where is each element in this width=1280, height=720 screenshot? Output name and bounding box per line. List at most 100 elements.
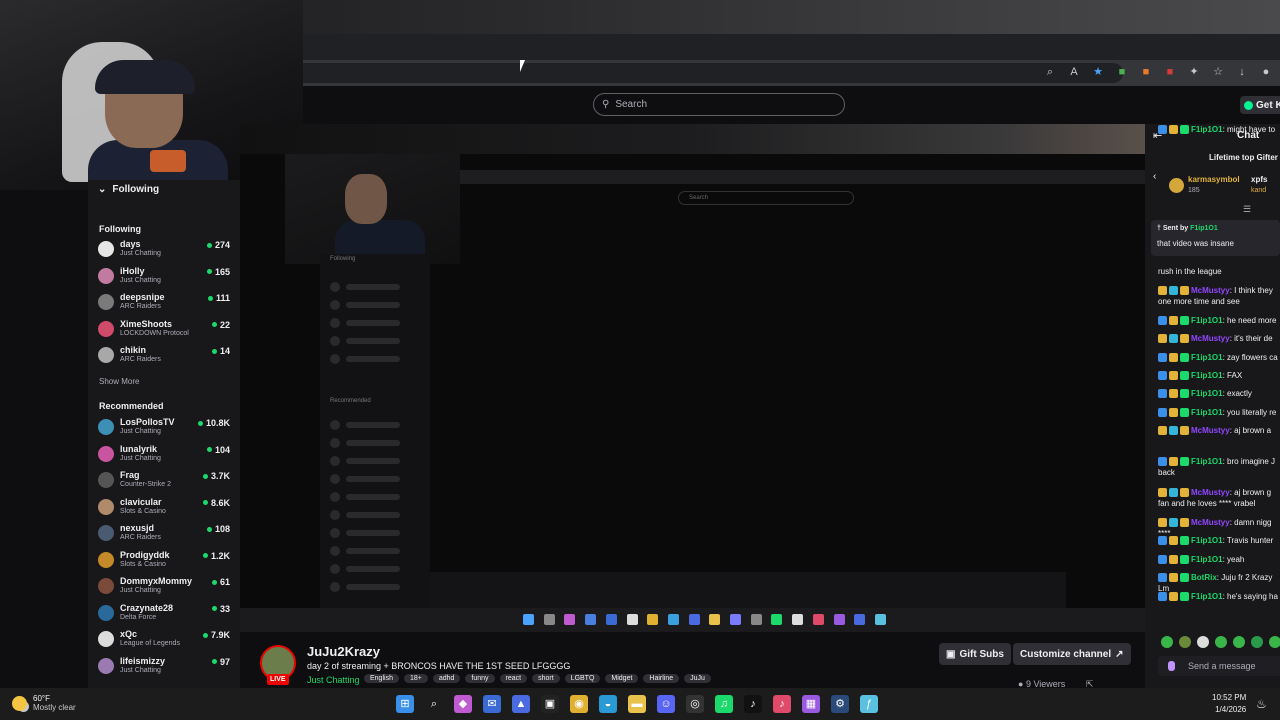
pinned-username[interactable]: F1ip1O1 <box>1190 225 1218 232</box>
emote-icon[interactable] <box>1161 636 1173 648</box>
zoom-icon[interactable]: ⌕ <box>1042 64 1058 80</box>
tiktok-icon[interactable]: ♪ <box>744 695 762 713</box>
second-gifter-name[interactable]: xpfs <box>1251 175 1267 184</box>
badge-icon <box>1169 573 1178 583</box>
extension-icon[interactable]: ■ <box>1114 64 1130 80</box>
search-icon: ⚲ <box>602 99 610 110</box>
show-more-link[interactable]: Show More <box>99 377 139 386</box>
emote-icon[interactable] <box>1233 636 1245 648</box>
weather-widget[interactable]: 60°F Mostly clear <box>12 694 76 712</box>
extension-icon[interactable]: ■ <box>1162 64 1178 80</box>
notes-app-icon[interactable]: ƒ <box>860 695 878 713</box>
search-input[interactable]: ⚲ Search <box>593 93 845 116</box>
chat-username[interactable]: F1ip1O1 <box>1191 371 1223 380</box>
stream-category[interactable]: Just Chatting <box>307 675 360 685</box>
favorites-icon[interactable]: ☆ <box>1210 64 1226 80</box>
stream-tag[interactable]: funny <box>465 674 495 683</box>
sidebar-channel[interactable]: nexusjd ARC Raiders 108 <box>98 522 232 546</box>
address-bar[interactable] <box>303 63 1123 83</box>
stream-tag[interactable]: LGBTQ <box>564 674 601 683</box>
expand-icon[interactable]: ☰ <box>1243 204 1251 215</box>
steam-icon[interactable]: ⚙ <box>831 695 849 713</box>
chat-input[interactable]: Send a message <box>1158 656 1280 676</box>
customize-channel-button[interactable]: Customize channel ↗ <box>1013 643 1131 665</box>
sidebar-channel[interactable]: DommyxMommy Just Chatting 61 <box>98 575 232 599</box>
grid-app-icon[interactable]: ▦ <box>802 695 820 713</box>
stream-tag[interactable]: react <box>499 674 528 683</box>
puzzle-icon[interactable]: ✦ <box>1186 64 1202 80</box>
chat-username[interactable]: McMustyy <box>1191 426 1230 435</box>
emote-icon[interactable] <box>1197 636 1209 648</box>
stream-tag[interactable]: short <box>532 674 560 683</box>
sidebar-channel[interactable]: Prodigyddk Slots & Casino 1.2K <box>98 549 232 573</box>
tiktok-studio-icon[interactable]: ♪ <box>773 695 791 713</box>
sidebar-channel[interactable]: days Just Chatting 274 <box>98 238 232 262</box>
chat-username[interactable]: F1ip1O1 <box>1191 316 1223 325</box>
edge-icon[interactable]: ◒ <box>599 695 617 713</box>
channel-name[interactable]: JuJu2Krazy <box>307 644 380 659</box>
sidebar-channel[interactable]: XimeShoots LOCKDOWN Protocol 22 <box>98 318 232 342</box>
chat-username[interactable]: F1ip1O1 <box>1191 592 1223 601</box>
chat-text-continued: one more time and see <box>1158 297 1240 306</box>
badge-icon <box>1158 555 1167 565</box>
stream-tag[interactable]: 18+ <box>403 674 428 683</box>
chat-username[interactable]: BotRix <box>1191 573 1217 582</box>
emote-icon[interactable] <box>1215 636 1227 648</box>
chat-username[interactable]: F1ip1O1 <box>1191 536 1223 545</box>
stream-tag[interactable]: adhd <box>432 674 461 683</box>
chat-username[interactable]: F1ip1O1 <box>1191 125 1223 134</box>
windows-start-icon[interactable]: ⊞ <box>396 695 414 713</box>
sidebar-channel[interactable]: chikin ARC Raiders 14 <box>98 344 232 368</box>
download-icon[interactable]: ↓ <box>1234 64 1250 80</box>
spotify-icon[interactable]: ♫ <box>715 695 733 713</box>
read-aloud-icon[interactable]: A <box>1066 64 1082 80</box>
sidebar-channel[interactable]: xQc League of Legends 7.9K <box>98 628 232 652</box>
chat-username[interactable]: F1ip1O1 <box>1191 408 1223 417</box>
sidebar-channel[interactable]: lifeismizzy Just Chatting 97 <box>98 655 232 679</box>
extension-icon[interactable]: ■ <box>1138 64 1154 80</box>
profile-icon[interactable]: ● <box>1258 64 1274 80</box>
sidebar-header[interactable]: ⌄ Following <box>98 184 159 195</box>
chat-username[interactable]: F1ip1O1 <box>1191 555 1223 564</box>
chat-message: F1ip1O1: exactly <box>1158 388 1280 399</box>
chat-username[interactable]: McMustyy <box>1191 518 1230 527</box>
chat-username[interactable]: McMustyy <box>1191 286 1230 295</box>
sidebar-channel[interactable]: LosPollosTV Just Chatting 10.8K <box>98 416 232 440</box>
emote-icon[interactable] <box>1251 636 1263 648</box>
chat-username[interactable]: McMustyy <box>1191 334 1230 343</box>
stream-tag[interactable]: JuJu <box>684 674 711 683</box>
sidebar-channel[interactable]: clavicular Slots & Casino 8.6K <box>98 496 232 520</box>
system-clock[interactable]: 10:52 PM 1/4/2026 <box>1212 692 1246 716</box>
sidebar-channel[interactable]: Crazynate28 Delta Force 33 <box>98 602 232 626</box>
chat-username[interactable]: F1ip1O1 <box>1191 457 1223 466</box>
top-gifter-name[interactable]: karmasymbol <box>1188 175 1240 184</box>
chat-username[interactable]: F1ip1O1 <box>1191 353 1223 362</box>
get-kicks-button[interactable]: Get Ki <box>1240 96 1280 114</box>
notification-icon[interactable]: ♨ <box>1256 697 1267 711</box>
sidebar-channel[interactable]: lunalyrik Just Chatting 104 <box>98 443 232 467</box>
emote-icon[interactable] <box>1269 636 1280 648</box>
capcut-icon[interactable]: ▣ <box>541 695 559 713</box>
arc-icon[interactable]: ▲ <box>512 695 530 713</box>
video-player[interactable]: Search Following Recommended <box>240 124 1145 632</box>
sidebar-channel[interactable]: deepsnipe ARC Raiders 111 <box>98 291 232 315</box>
sidebar-channel[interactable]: Frag Counter-Strike 2 3.7K <box>98 469 232 493</box>
star-icon[interactable]: ★ <box>1090 64 1106 80</box>
stream-tag[interactable]: English <box>364 674 399 683</box>
chrome-icon[interactable]: ◉ <box>570 695 588 713</box>
stream-tag[interactable]: Midget <box>605 674 639 683</box>
discord-icon[interactable]: ☺ <box>657 695 675 713</box>
stream-tag[interactable]: Hairline <box>643 674 680 683</box>
gift-subs-button[interactable]: ▣ Gift Subs <box>939 643 1011 665</box>
emote-icon[interactable] <box>1179 636 1191 648</box>
chat-username[interactable]: McMustyy <box>1191 488 1230 497</box>
mail-icon[interactable]: ✉ <box>483 695 501 713</box>
sidebar-channel[interactable]: iHolly Just Chatting 165 <box>98 265 232 289</box>
channel-game: Just Chatting <box>120 250 161 257</box>
chevron-left-icon[interactable]: ‹ <box>1153 171 1156 182</box>
file-explorer-icon[interactable]: ▬ <box>628 695 646 713</box>
obs-icon[interactable]: ◎ <box>686 695 704 713</box>
copilot-icon[interactable]: ◆ <box>454 695 472 713</box>
chat-username[interactable]: F1ip1O1 <box>1191 389 1223 398</box>
search-icon[interactable]: ⌕ <box>425 695 443 713</box>
